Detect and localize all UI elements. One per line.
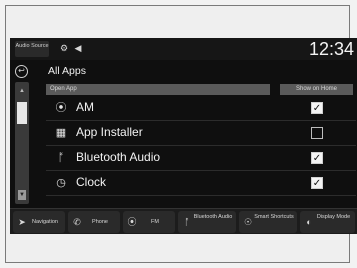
nav-label: FM <box>151 219 159 225</box>
list-item-label: App Installer <box>76 125 143 139</box>
nav-label: Display Mode <box>316 214 351 220</box>
nav-button-display-mode[interactable]: ◐ Display Mode <box>300 211 355 233</box>
scrollbar[interactable]: ▲ ▼ <box>15 82 29 204</box>
nav-button-smart-shortcuts[interactable]: ☉ Smart Shortcuts <box>239 211 297 233</box>
nav-label: Phone <box>92 219 108 225</box>
list-item-label: AM <box>76 100 94 114</box>
speaker-icon: ◀ <box>74 43 82 53</box>
bluetooth-icon: ᚩ <box>57 152 65 164</box>
page-header: ↩ All Apps <box>10 62 357 82</box>
back-icon[interactable]: ↩ <box>15 65 28 78</box>
show-on-home-checkbox[interactable]: ✓ <box>311 102 323 114</box>
clock-icon: ◷ <box>56 177 66 189</box>
list-item-am[interactable]: ⦿ AM ✓ <box>46 96 356 121</box>
app-installer-icon: ▦ <box>55 127 67 139</box>
show-on-home-checkbox[interactable]: ✓ <box>311 177 323 189</box>
nav-label: Navigation <box>32 219 58 225</box>
column-header-open-app: Open App <box>46 84 270 95</box>
status-bar: Audio Source ⚙ ◀ 12:34 <box>10 38 357 60</box>
bottom-nav-bar: ➤ Navigation ✆ Phone ⦿ FM ᚩ Bluetooth Au… <box>10 208 357 234</box>
list-item-app-installer[interactable]: ▦ App Installer <box>46 121 356 146</box>
nav-label: Smart Shortcuts <box>254 214 294 220</box>
scroll-down-icon[interactable]: ▼ <box>18 190 26 200</box>
nav-button-fm[interactable]: ⦿ FM <box>123 211 175 233</box>
show-on-home-checkbox[interactable] <box>311 127 323 139</box>
clock-display: 12:34 <box>308 39 354 59</box>
list-item-bluetooth-audio[interactable]: ᚩ Bluetooth Audio ✓ <box>46 146 356 171</box>
list-item-label: Clock <box>76 175 107 189</box>
nav-button-bluetooth-audio[interactable]: ᚩ Bluetooth Audio <box>178 211 236 233</box>
nav-button-phone[interactable]: ✆ Phone <box>68 211 120 233</box>
am-radio-icon: ⦿ <box>55 102 67 114</box>
page-title: All Apps <box>48 65 86 77</box>
scroll-up-icon[interactable]: ▲ <box>19 88 25 94</box>
infotainment-screen: Audio Source ⚙ ◀ 12:34 ↩ All Apps Open A… <box>10 38 357 234</box>
settings-icon[interactable]: ⚙ <box>58 42 70 54</box>
list-item-clock[interactable]: ◷ Clock ✓ <box>46 171 356 196</box>
nav-button-navigation[interactable]: ➤ Navigation <box>13 211 65 233</box>
audio-source-button[interactable]: Audio Source <box>15 41 49 57</box>
nav-label: Bluetooth Audio <box>193 214 233 220</box>
list-item-label: Bluetooth Audio <box>76 150 161 164</box>
column-header-show-on-home: Show on Home <box>280 84 353 95</box>
scrollbar-thumb[interactable] <box>17 102 27 124</box>
show-on-home-checkbox[interactable]: ✓ <box>311 152 323 164</box>
